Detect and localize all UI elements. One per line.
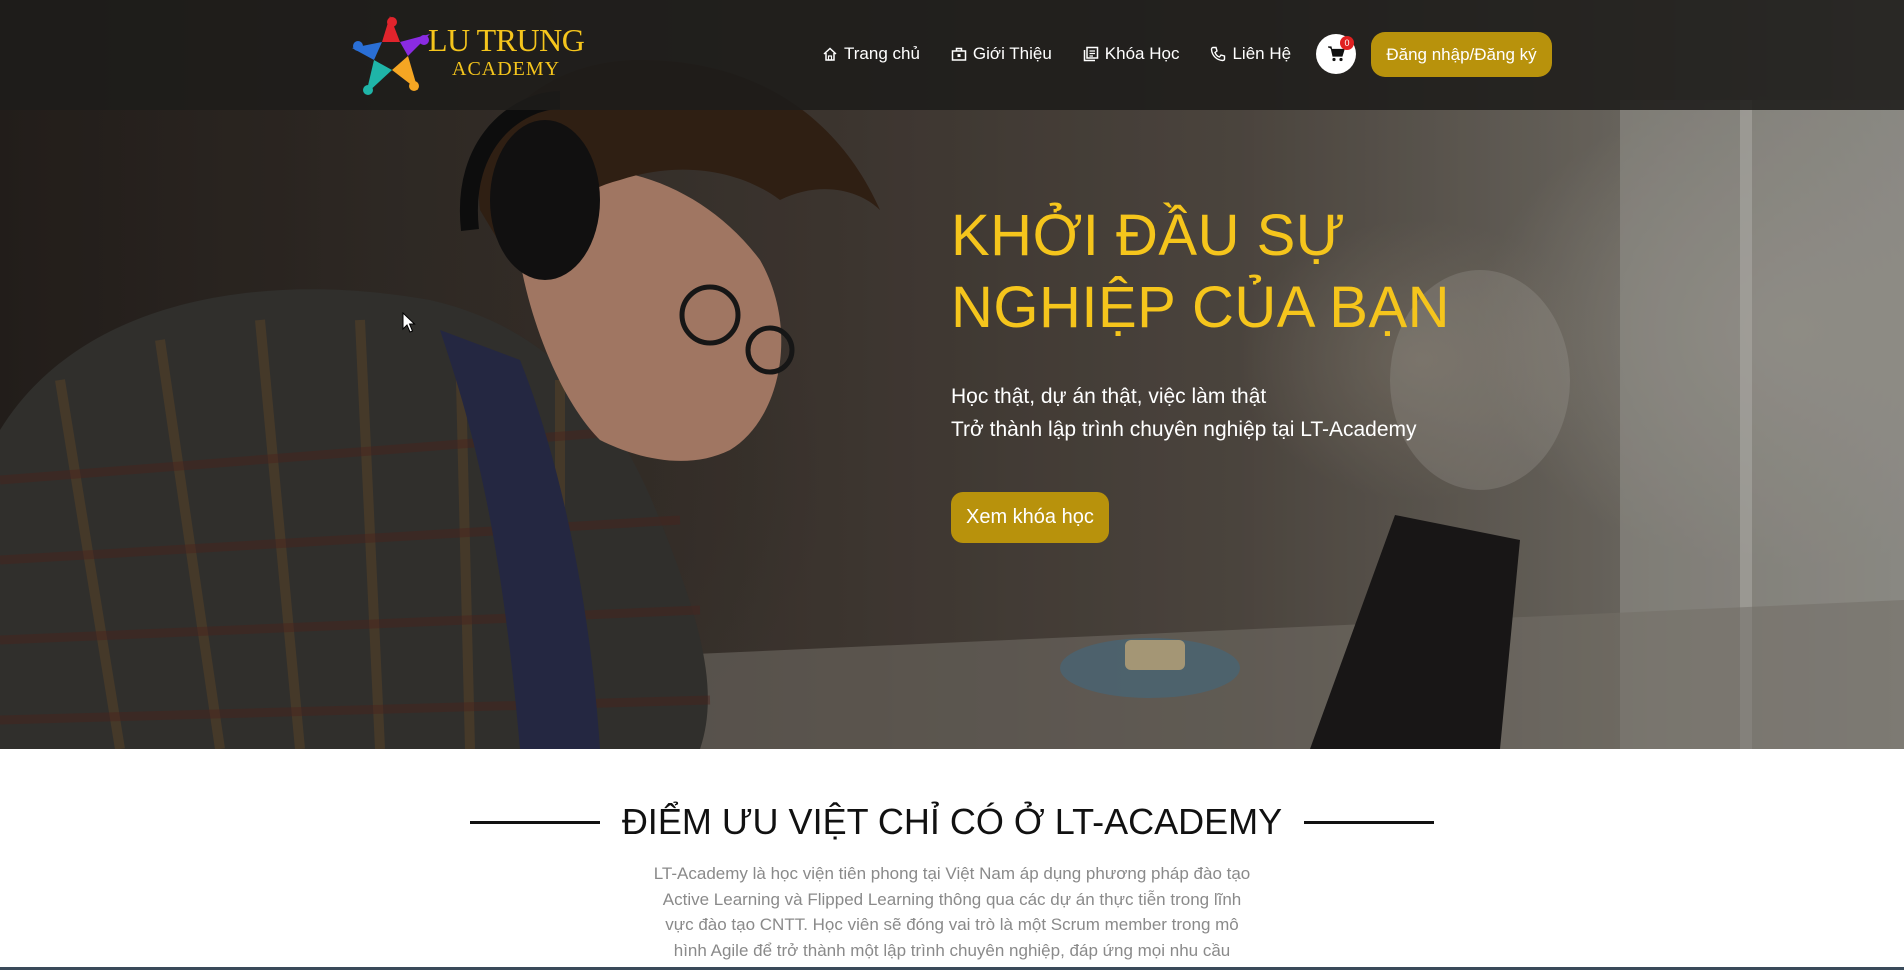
hero-subtitle-line2: Trở thành lập trình chuyên nghiệp tại LT… [951, 418, 1417, 441]
logo[interactable]: LU TRUNG ACADEMY [352, 12, 592, 102]
logo-star-icon [352, 16, 430, 95]
view-courses-button[interactable]: Xem khóa học [951, 492, 1109, 543]
home-icon [823, 47, 837, 61]
nav-item-about-label: Giới Thiệu [972, 44, 1052, 63]
nav-item-about[interactable]: Giới Thiệu [951, 44, 1052, 64]
nav-item-home[interactable]: Trang chủ [822, 44, 920, 64]
nav-item-contact-label: Liên Hệ [1232, 44, 1292, 63]
cart-count-badge: 0 [1340, 36, 1354, 50]
phone-icon [1211, 46, 1226, 62]
main-nav: Trang chủ Giới Thiệu Khóa Học Liên Hệ [822, 32, 1322, 76]
features-desc-line2: Active Learning và Flipped Learning thôn… [662, 889, 1242, 909]
briefcase-icon [951, 47, 967, 61]
top-navbar: LU TRUNG ACADEMY Trang chủ Giới Thiệu Kh… [0, 0, 1904, 110]
features-description: LT-Academy là học viện tiên phong tại Vi… [645, 861, 1259, 963]
features-heading: ĐIỂM ƯU VIỆT CHỈ CÓ Ở LT-ACADEMY [470, 799, 1434, 845]
logo-text-line1: LU TRUNG [428, 22, 585, 58]
mouse-cursor-icon [402, 312, 416, 333]
hero-subtitle: Học thật, dự án thật, việc làm thật Trở … [951, 380, 1651, 446]
hero-title-line2: NGHIỆP CỦA BẠN [951, 275, 1451, 340]
library-icon [1083, 46, 1099, 62]
hero-title-line1: KHỞI ĐẦU SỰ [951, 203, 1346, 268]
heading-divider-left [470, 820, 600, 824]
nav-item-courses-label: Khóa Học [1104, 44, 1180, 63]
logo-text-line2: ACADEMY [452, 58, 561, 80]
nav-item-courses[interactable]: Khóa Học [1083, 44, 1180, 64]
features-title: ĐIỂM ƯU VIỆT CHỈ CÓ Ở LT-ACADEMY [621, 801, 1283, 842]
hero-title: KHỞI ĐẦU SỰ NGHIỆP CỦA BẠN [951, 200, 1651, 344]
hero-content: KHỞI ĐẦU SỰ NGHIỆP CỦA BẠN Học thật, dự … [951, 200, 1651, 543]
hero-banner: KHỞI ĐẦU SỰ NGHIỆP CỦA BẠN Học thật, dự … [0, 0, 1904, 749]
hero-subtitle-line1: Học thật, dự án thật, việc làm thật [951, 385, 1267, 408]
features-desc-line3: vực đào tạo CNTT. Học viên sẽ đóng vai t… [665, 915, 1239, 934]
features-desc-line4: hình Agile để trở thành một lập trình ch… [673, 940, 1231, 960]
features-desc-line1: LT-Academy là học viện tiên phong tại Vi… [653, 864, 1251, 883]
login-register-button[interactable]: Đăng nhập/Đăng ký [1371, 32, 1552, 77]
heading-divider-right [1304, 820, 1434, 824]
cart-button[interactable]: 0 [1316, 34, 1356, 74]
nav-item-contact[interactable]: Liên Hệ [1210, 44, 1291, 64]
features-section: ĐIỂM ƯU VIỆT CHỈ CÓ Ở LT-ACADEMY LT-Acad… [0, 749, 1904, 970]
nav-item-home-label: Trang chủ [844, 44, 920, 63]
